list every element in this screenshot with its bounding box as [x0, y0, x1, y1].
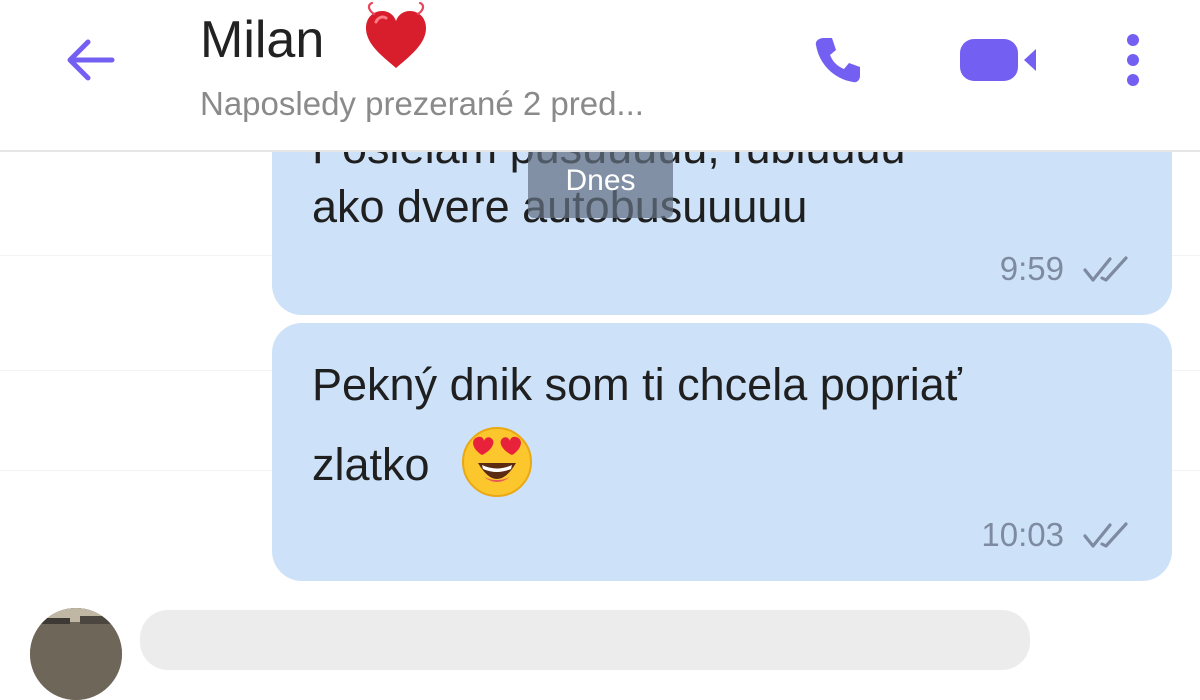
avatar-photo: [30, 608, 122, 700]
message-meta: 9:59: [1000, 237, 1132, 301]
message-time: 10:03: [981, 516, 1064, 553]
chat-header: Milan Naposledy prezerané 2 pred...: [0, 0, 1200, 152]
message-time: 9:59: [999, 250, 1064, 287]
contact-avatar[interactable]: [30, 608, 122, 700]
last-seen-status: Naposledy prezerané 2 pred...: [200, 85, 644, 122]
voice-call-button[interactable]: [800, 30, 876, 90]
back-arrow-icon: [67, 39, 115, 81]
more-vert-icon: [1127, 34, 1139, 86]
heart-icon: [366, 2, 426, 68]
message-text-line-wrap: zlatko: [312, 427, 1112, 505]
message-text-line: Pekný dnik som ti chcela popriať: [312, 359, 962, 410]
phone-icon: [815, 38, 860, 83]
contact-name[interactable]: Milan: [200, 10, 324, 70]
message-text: ako dvere autobusuuuuu: [312, 181, 807, 232]
back-button[interactable]: [50, 30, 130, 90]
message-bubble-incoming[interactable]: [140, 610, 1030, 670]
message-text: Pekný dnik som ti chcela popriať zlatko: [312, 353, 1112, 505]
more-options-button[interactable]: [1105, 25, 1161, 95]
message-text-line: zlatko: [312, 438, 430, 490]
date-separator: Dnes: [528, 150, 673, 218]
message-bubble-outgoing[interactable]: Pekný dnik som ti chcela popriať zlatko …: [272, 323, 1172, 581]
video-call-button[interactable]: [950, 30, 1050, 90]
double-check-icon: [1083, 522, 1128, 548]
video-camera-icon: [960, 39, 1036, 81]
message-meta: 10:03: [981, 503, 1132, 567]
heart-eyes-emoji-icon: [462, 427, 533, 497]
double-check-icon: [1083, 256, 1128, 282]
